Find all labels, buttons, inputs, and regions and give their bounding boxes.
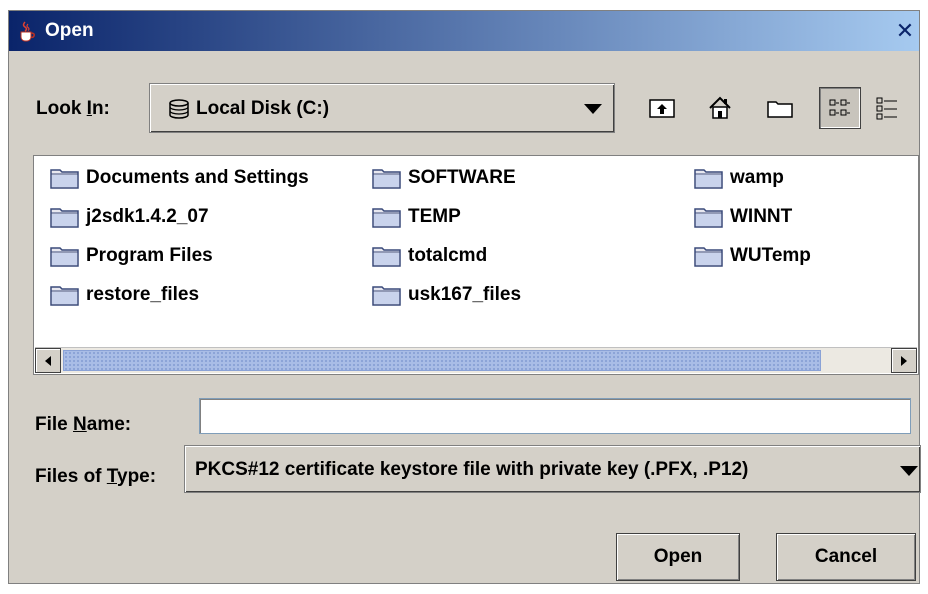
details-view-icon	[876, 97, 897, 120]
file-name: j2sdk1.4.2_07	[86, 206, 209, 227]
folder-icon	[50, 206, 86, 228]
scroll-thumb[interactable]	[63, 350, 821, 371]
folder-icon	[50, 284, 86, 306]
horizontal-scrollbar[interactable]	[35, 347, 917, 373]
folder-icon	[50, 245, 86, 267]
file-name-input[interactable]	[199, 398, 911, 434]
scroll-left-button[interactable]	[35, 348, 61, 373]
file-type-combo[interactable]: PKCS#12 certificate keystore file with p…	[184, 445, 921, 493]
close-button[interactable]: ✕	[893, 19, 917, 44]
file-name: WINNT	[730, 206, 793, 227]
list-view-button[interactable]	[819, 87, 861, 129]
file-list-item[interactable]: Program Files	[50, 241, 213, 271]
file-list-item[interactable]: SOFTWARE	[372, 163, 516, 193]
window-title: Open	[45, 20, 94, 41]
file-name: usk167_files	[408, 284, 522, 305]
folder-icon	[372, 167, 408, 189]
file-type-label: Files of Type:	[35, 466, 157, 487]
file-list-item[interactable]: usk167_files	[372, 280, 521, 310]
file-name: wamp	[730, 167, 784, 188]
folder-icon	[694, 206, 730, 228]
folder-icon	[50, 167, 86, 189]
home-icon	[709, 96, 731, 119]
cancel-button[interactable]: Cancel	[776, 533, 916, 581]
file-name: SOFTWARE	[408, 167, 516, 188]
file-list-item[interactable]: WINNT	[694, 202, 792, 232]
open-button[interactable]: Open	[616, 533, 740, 581]
chevron-down-icon[interactable]	[584, 104, 602, 114]
chevron-down-icon[interactable]	[900, 466, 918, 476]
file-name: Program Files	[86, 245, 213, 266]
file-list-item[interactable]: restore_files	[50, 280, 199, 310]
file-list-item[interactable]: Documents and Settings	[50, 163, 309, 193]
file-name: TEMP	[408, 206, 461, 227]
folder-icon	[694, 167, 730, 189]
file-name-label: File Name:	[35, 414, 132, 435]
new-folder-button[interactable]	[759, 87, 801, 129]
look-in-value: Local Disk (C:)	[196, 98, 330, 119]
file-list-item[interactable]: TEMP	[372, 202, 461, 232]
up-folder-icon	[649, 99, 675, 118]
up-one-level-button[interactable]	[641, 87, 683, 129]
scroll-right-button[interactable]	[891, 348, 917, 373]
file-list-item[interactable]: j2sdk1.4.2_07	[50, 202, 209, 232]
scroll-left-icon	[45, 355, 51, 366]
list-view-icon	[829, 99, 850, 116]
java-cup-icon	[15, 19, 39, 43]
details-view-button[interactable]	[866, 87, 908, 129]
file-name: Documents and Settings	[86, 167, 309, 188]
file-name: totalcmd	[408, 245, 488, 266]
file-list[interactable]: Documents and Settings j2sdk1.4.2_07 Progr…	[33, 155, 919, 375]
file-name: restore_files	[86, 284, 200, 305]
folder-icon	[372, 245, 408, 267]
home-button[interactable]	[699, 87, 741, 129]
title-bar[interactable]: Open ✕	[9, 11, 919, 51]
file-list-item[interactable]: wamp	[694, 163, 784, 193]
file-name: WUTemp	[730, 245, 811, 266]
folder-icon	[372, 206, 408, 228]
folder-icon	[372, 284, 408, 306]
open-dialog: Open ✕ Look In: Local Disk (C:) Document…	[8, 10, 921, 584]
look-in-combo[interactable]: Local Disk (C:)	[149, 83, 615, 133]
new-folder-icon	[767, 101, 793, 118]
look-in-label: Look In:	[36, 98, 110, 119]
file-type-value: PKCS#12 certificate keystore file with p…	[195, 459, 749, 480]
scroll-right-icon	[901, 355, 907, 366]
file-list-item[interactable]: totalcmd	[372, 241, 487, 271]
disk-icon	[168, 98, 190, 126]
folder-icon	[694, 245, 730, 267]
file-list-item[interactable]: WUTemp	[694, 241, 811, 271]
